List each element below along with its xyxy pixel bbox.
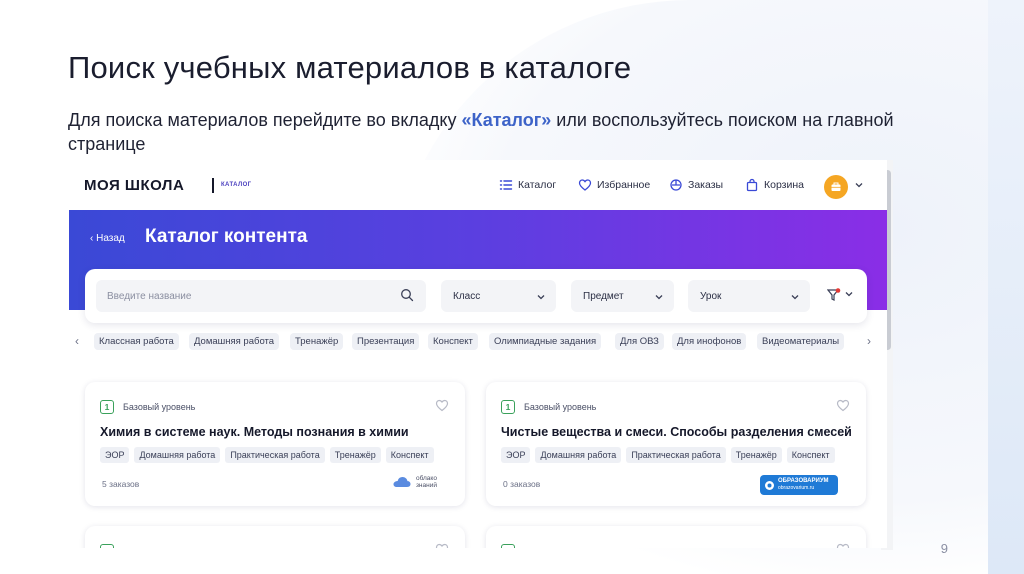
desc-before: Для поиска материалов перейдите во вклад…: [68, 110, 462, 130]
heart-icon[interactable]: [836, 543, 850, 548]
level-badge: [501, 544, 515, 548]
orders-icon: [670, 179, 682, 191]
card-title[interactable]: Химия в системе наук. Методы познания в …: [100, 425, 409, 439]
logo-subtitle: КАТАЛОГ: [221, 182, 252, 188]
page-title: Каталог контента: [145, 226, 308, 247]
chevron-down-icon[interactable]: [854, 180, 864, 190]
chevron-down-icon: [791, 295, 799, 300]
tag: ЭОР: [501, 447, 531, 463]
subject-select[interactable]: Предмет: [571, 280, 674, 312]
chevron-right-icon[interactable]: ›: [867, 334, 871, 348]
tag: Практическая работа: [225, 447, 325, 463]
filter-icon[interactable]: [827, 288, 855, 302]
nav-orders[interactable]: Заказы: [669, 178, 723, 192]
heart-icon: [578, 179, 592, 191]
nav-catalog-label: Каталог: [518, 179, 557, 191]
lesson-select-label: Урок: [700, 290, 722, 302]
tag: Конспект: [385, 447, 434, 463]
nav-orders-label: Заказы: [688, 179, 724, 191]
nav-cart[interactable]: Корзина: [745, 178, 804, 192]
tag: Тренажёр: [730, 447, 782, 463]
level-label: Базовый уровень: [123, 402, 196, 412]
heart-icon[interactable]: [435, 399, 449, 412]
tag: Тренажёр: [329, 447, 381, 463]
nav-favorites[interactable]: Избранное: [578, 178, 650, 192]
chip-trainer[interactable]: Тренажёр: [290, 333, 344, 350]
material-card[interactable]: 1 Базовый уровень Чистые вещества и смес…: [486, 382, 866, 506]
tag: Домашняя работа: [134, 447, 221, 463]
heart-icon[interactable]: [435, 543, 449, 548]
orders-count: 0 заказов: [503, 479, 541, 489]
bag-icon: [746, 178, 758, 192]
level-label: Базовый уровень: [524, 402, 597, 412]
chevron-left-icon[interactable]: ‹: [75, 334, 79, 348]
site-header: МОЯ ШКОЛА КАТАЛОГ Каталог Избранное Зака…: [69, 160, 887, 210]
chip-summary[interactable]: Конспект: [428, 333, 478, 350]
tag: Домашняя работа: [535, 447, 622, 463]
level-badge: 1: [501, 400, 515, 414]
slide-title: Поиск учебных материалов в каталоге: [68, 50, 632, 85]
site-logo[interactable]: МОЯ ШКОЛА: [84, 177, 184, 194]
chip-video[interactable]: Видеоматериалы: [757, 333, 845, 350]
logo-divider: [212, 178, 214, 193]
search-icon[interactable]: [400, 288, 414, 302]
class-select[interactable]: Класс: [441, 280, 556, 312]
chip-presentation[interactable]: Презентация: [352, 333, 420, 350]
user-avatar[interactable]: [824, 175, 848, 199]
nav-favorites-label: Избранное: [597, 179, 651, 191]
content-type-chips: ‹ Классная работа Домашняя работа Тренаж…: [69, 330, 887, 352]
publisher-logo: облако знаний: [392, 475, 437, 489]
nav-catalog[interactable]: Каталог: [499, 178, 556, 192]
publisher-icon: [765, 480, 774, 490]
publisher-logo: ОБРАЗОВАРИУМ obrazovarium.ru: [760, 475, 838, 495]
cloud-icon: [393, 477, 411, 487]
chip-classwork[interactable]: Классная работа: [94, 333, 179, 350]
tag: Практическая работа: [626, 447, 726, 463]
level-badge: [100, 544, 114, 548]
tag: Конспект: [786, 447, 835, 463]
chevron-down-icon: [655, 295, 663, 300]
chip-homework[interactable]: Домашняя работа: [189, 333, 280, 350]
side-stripe: [988, 0, 1024, 574]
subject-select-label: Предмет: [583, 290, 624, 302]
catalog-screenshot: МОЯ ШКОЛА КАТАЛОГ Каталог Избранное Зака…: [69, 160, 887, 548]
card-tags: ЭОР Домашняя работа Практическая работа …: [100, 447, 434, 463]
material-card[interactable]: [85, 526, 465, 548]
filter-panel: Класс Предмет Урок: [85, 269, 867, 323]
card-tags: ЭОР Домашняя работа Практическая работа …: [501, 447, 835, 463]
chip-foreign[interactable]: Для инофонов: [672, 333, 747, 350]
back-link[interactable]: ‹ Назад: [90, 233, 125, 244]
material-card[interactable]: [486, 526, 866, 548]
orders-count: 5 заказов: [102, 479, 140, 489]
chevron-down-icon: [537, 295, 545, 300]
heart-icon[interactable]: [836, 399, 850, 412]
search-input[interactable]: [96, 280, 426, 312]
list-icon: [499, 180, 513, 190]
page-number: 9: [940, 541, 948, 556]
desc-highlight-catalog: «Каталог»: [461, 110, 552, 130]
publisher-line-2: знаний: [415, 482, 437, 489]
card-title[interactable]: Чистые вещества и смеси. Способы разделе…: [501, 425, 852, 439]
level-badge: 1: [100, 400, 114, 414]
briefcase-icon: [831, 182, 841, 191]
publisher-line-2: obrazovarium.ru: [778, 485, 815, 491]
slide-description: Для поиска материалов перейдите во вклад…: [68, 108, 898, 156]
publisher-line-1: ОБРАЗОВАРИУМ: [778, 478, 829, 484]
lesson-select[interactable]: Урок: [688, 280, 810, 312]
nav-cart-label: Корзина: [764, 179, 804, 191]
publisher-name: облако знаний: [416, 475, 437, 489]
class-select-label: Класс: [453, 290, 481, 302]
chip-ovz[interactable]: Для ОВЗ: [615, 333, 664, 350]
publisher-name: ОБРАЗОВАРИУМ obrazovarium.ru: [778, 478, 829, 492]
material-card[interactable]: 1 Базовый уровень Химия в системе наук. …: [85, 382, 465, 506]
publisher-line-1: облако: [415, 475, 437, 482]
chip-olympiad[interactable]: Олимпиадные задания: [489, 333, 602, 350]
tag: ЭОР: [100, 447, 130, 463]
